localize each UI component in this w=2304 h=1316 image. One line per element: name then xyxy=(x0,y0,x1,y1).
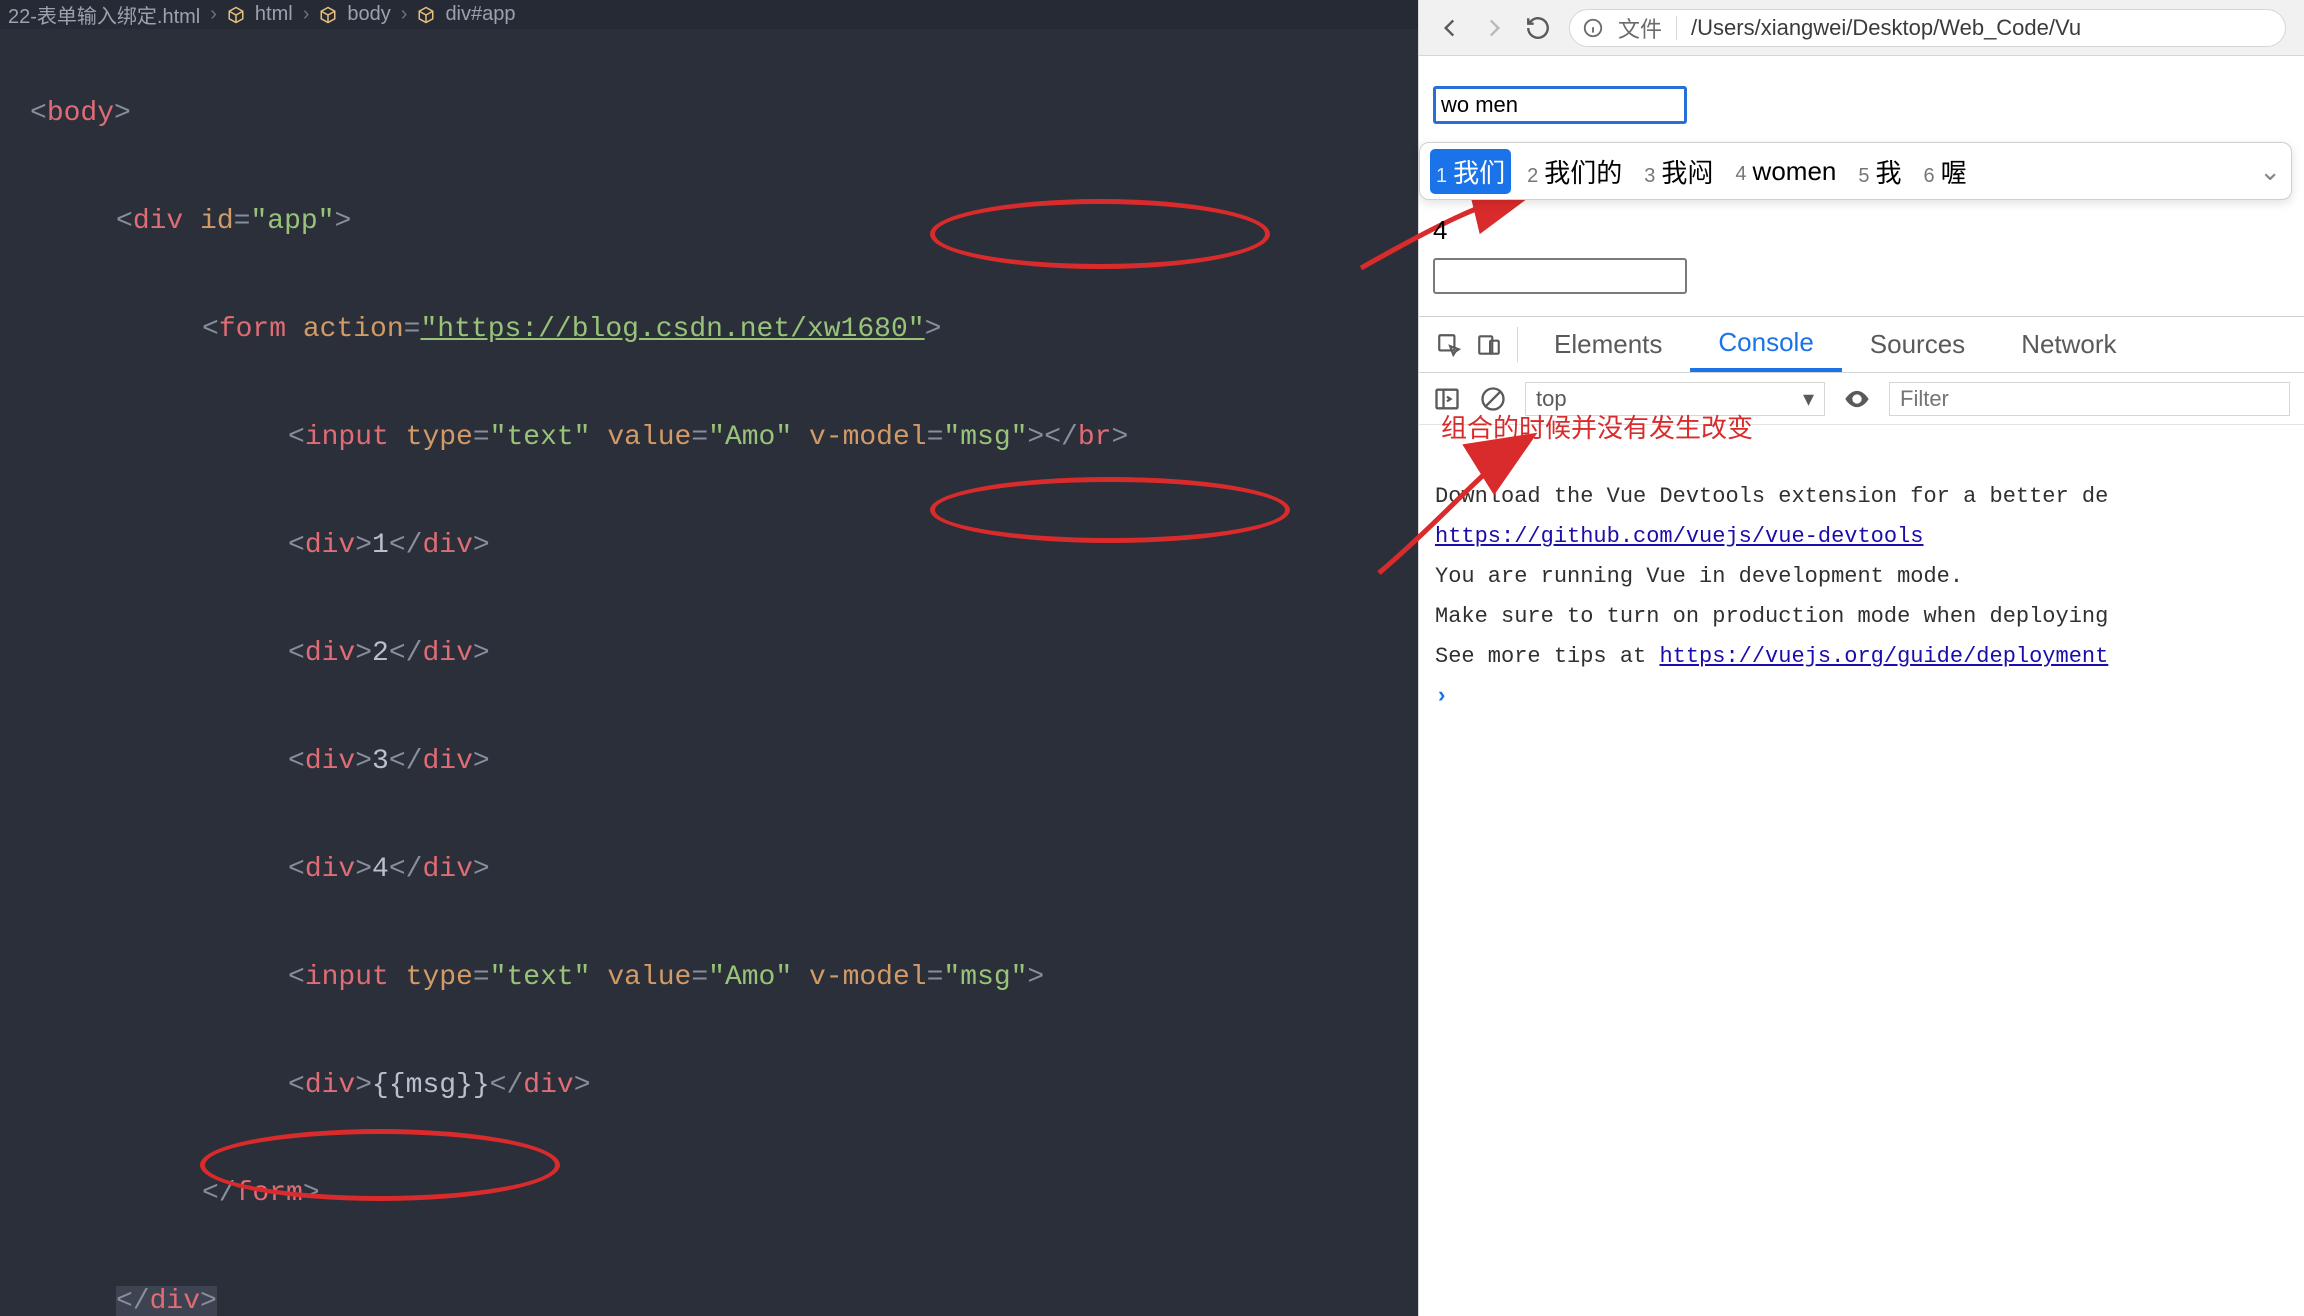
tag-input: input xyxy=(305,422,389,453)
tag-body: body xyxy=(47,98,114,129)
cube-icon xyxy=(417,6,435,24)
tag-input: input xyxy=(305,962,389,993)
browser-window: 文件 /Users/xiangwei/Desktop/Web_Code/Vu 1… xyxy=(1418,0,2304,1316)
ime-candidate[interactable]: 6喔 xyxy=(1918,149,1973,194)
url-bar[interactable]: 文件 /Users/xiangwei/Desktop/Web_Code/Vu xyxy=(1569,9,2286,47)
ime-candidate-bar[interactable]: 1我们 2我们的 3我闷 4women 5我 6喔 ⌄ xyxy=(1419,142,2292,200)
eye-icon[interactable] xyxy=(1843,385,1871,413)
divider xyxy=(1517,327,1518,362)
ime-candidate[interactable]: 1我们 xyxy=(1430,149,1511,194)
console-line: Download the Vue Devtools extension for … xyxy=(1435,484,2108,509)
back-icon[interactable] xyxy=(1437,15,1463,41)
annotation-text: 组合的时候并没有发生改变 xyxy=(1441,408,1753,445)
chevron-right-icon: › xyxy=(210,3,217,26)
breadcrumb-item[interactable]: body xyxy=(347,3,390,26)
devtools: Elements Console Sources Network top ▾ D… xyxy=(1419,316,2304,1316)
chevron-down-icon: ▾ xyxy=(1803,386,1814,412)
breadcrumb: 22-表单输入绑定.html › html › body › div#app xyxy=(0,0,1418,29)
chevron-right-icon: › xyxy=(401,3,408,26)
cube-icon xyxy=(319,6,337,24)
url-scheme-label: 文件 xyxy=(1618,12,1662,44)
console-link[interactable]: https://vuejs.org/guide/deployment xyxy=(1659,644,2108,669)
text-input-1[interactable] xyxy=(1433,86,1687,124)
tag-div: div xyxy=(133,206,183,237)
browser-toolbar: 文件 /Users/xiangwei/Desktop/Web_Code/Vu xyxy=(1419,0,2304,56)
url-path: /Users/xiangwei/Desktop/Web_Code/Vu xyxy=(1691,15,2081,41)
url-separator xyxy=(1676,16,1677,40)
tab-console[interactable]: Console xyxy=(1690,317,1841,372)
ime-candidate[interactable]: 2我们的 xyxy=(1521,149,1628,194)
filter-input[interactable] xyxy=(1889,382,2290,416)
device-toggle-icon[interactable] xyxy=(1469,317,1509,372)
ime-candidate[interactable]: 3我闷 xyxy=(1638,149,1719,194)
tab-elements[interactable]: Elements xyxy=(1526,317,1690,372)
console-line: Make sure to turn on production mode whe… xyxy=(1435,604,2108,629)
reload-icon[interactable] xyxy=(1525,15,1551,41)
breadcrumb-item[interactable]: div#app xyxy=(445,3,515,26)
code-area[interactable]: <body> <div id="app"> <form action="http… xyxy=(0,29,1418,1316)
chevron-right-icon: › xyxy=(303,3,310,26)
info-circle-icon xyxy=(1582,17,1604,39)
breadcrumb-file[interactable]: 22-表单输入绑定.html xyxy=(8,0,200,29)
ime-candidate[interactable]: 4women xyxy=(1729,152,1842,191)
console-line: See more tips at xyxy=(1435,644,1659,669)
code-editor: 22-表单输入绑定.html › html › body › div#app <… xyxy=(0,0,1418,1316)
devtools-tabbar: Elements Console Sources Network xyxy=(1419,317,2304,373)
inspect-icon[interactable] xyxy=(1429,317,1469,372)
text-input-2[interactable] xyxy=(1433,258,1687,294)
chevron-down-icon[interactable]: ⌄ xyxy=(2259,156,2281,187)
ime-candidate[interactable]: 5我 xyxy=(1852,149,1907,194)
tab-sources[interactable]: Sources xyxy=(1842,317,1993,372)
breadcrumb-item[interactable]: html xyxy=(255,3,293,26)
tag-form: form xyxy=(219,314,286,345)
console-link[interactable]: https://github.com/vuejs/vue-devtools xyxy=(1435,524,1923,549)
console-prompt[interactable]: › xyxy=(1435,684,1448,709)
tab-network[interactable]: Network xyxy=(1993,317,2144,372)
cube-icon xyxy=(227,6,245,24)
console-output[interactable]: Download the Vue Devtools extension for … xyxy=(1419,425,2304,769)
page-content: 1我们 2我们的 3我闷 4women 5我 6喔 ⌄ 3 4 组合的时候并没有… xyxy=(1419,56,2304,294)
console-line: You are running Vue in development mode. xyxy=(1435,564,1963,589)
forward-icon[interactable] xyxy=(1481,15,1507,41)
